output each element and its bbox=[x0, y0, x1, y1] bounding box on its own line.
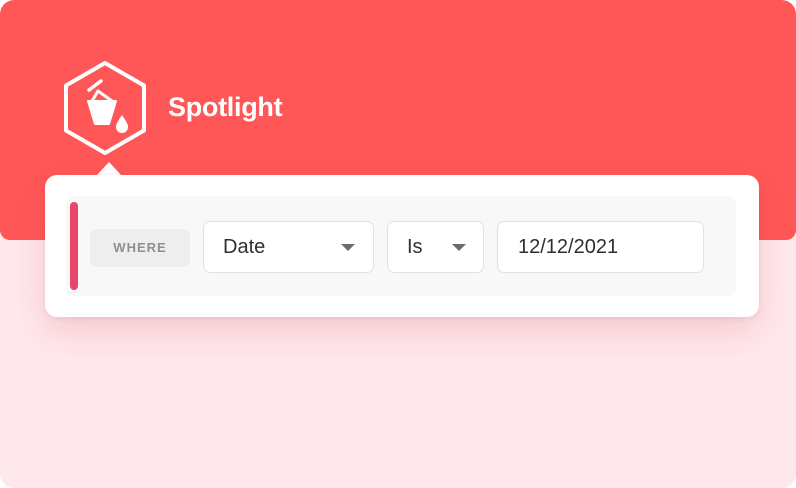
filter-accent-bar bbox=[70, 202, 78, 290]
where-label: WHERE bbox=[90, 229, 190, 267]
date-value-input[interactable]: 12/12/2021 bbox=[497, 221, 704, 273]
paint-bucket-icon bbox=[64, 61, 146, 155]
field-select[interactable]: Date bbox=[203, 221, 374, 273]
chevron-down-icon bbox=[341, 244, 355, 251]
date-value-text: 12/12/2021 bbox=[518, 236, 619, 258]
field-select-value: Date bbox=[223, 236, 266, 258]
operator-select[interactable]: Is bbox=[387, 221, 484, 273]
panel-pointer bbox=[96, 162, 122, 176]
chevron-down-icon bbox=[452, 244, 466, 251]
spotlight-scene: Spotlight WHERE Date Is 12/12/2021 bbox=[0, 0, 796, 488]
operator-select-value: Is bbox=[407, 236, 423, 258]
app-title: Spotlight bbox=[168, 92, 283, 122]
